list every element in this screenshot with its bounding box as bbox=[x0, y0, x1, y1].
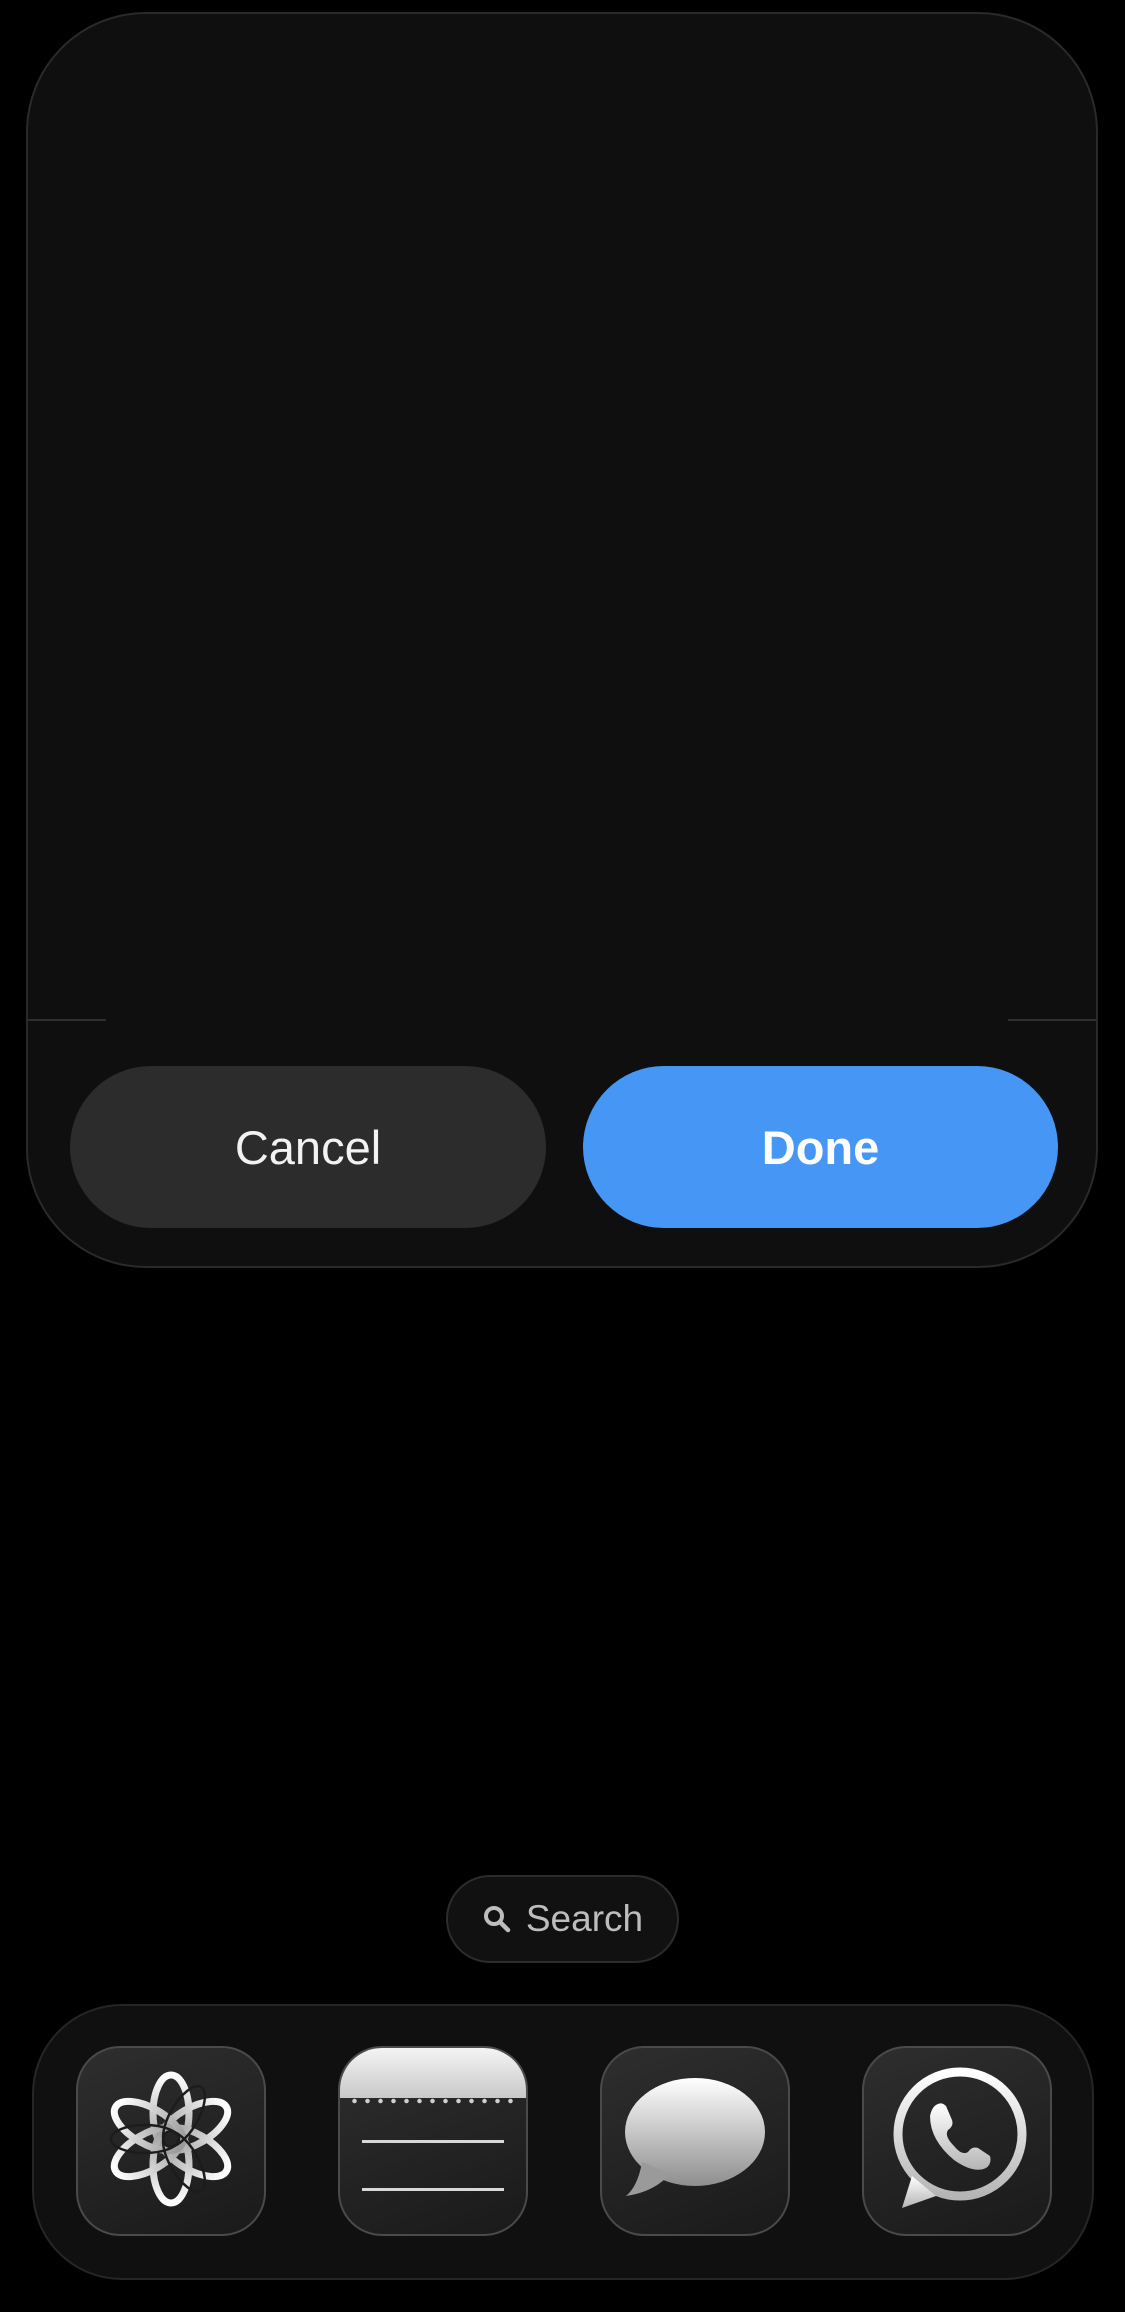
dock-app-whatsapp[interactable] bbox=[862, 2046, 1052, 2236]
done-button[interactable]: Done bbox=[583, 1066, 1058, 1228]
dock-app-chatgpt[interactable] bbox=[76, 2046, 266, 2236]
search-icon bbox=[482, 1904, 512, 1934]
editor-sheet: Cancel Done bbox=[26, 12, 1098, 1268]
dock-app-messages[interactable] bbox=[600, 2046, 790, 2236]
cancel-button[interactable]: Cancel bbox=[70, 1066, 546, 1228]
search-label: Search bbox=[525, 1898, 644, 1939]
dock-app-notes[interactable] bbox=[338, 2046, 528, 2236]
message-bubble-icon bbox=[620, 2074, 770, 2209]
sheet-divider-left bbox=[28, 1019, 106, 1021]
sheet-content-area bbox=[28, 14, 1096, 1020]
sheet-divider-right bbox=[1008, 1019, 1096, 1021]
dock bbox=[32, 2004, 1094, 2280]
search-button[interactable]: Search bbox=[446, 1875, 679, 1963]
whatsapp-phone-icon bbox=[882, 2064, 1032, 2219]
openai-knot-icon bbox=[96, 2064, 246, 2219]
notes-icon bbox=[340, 2048, 526, 2234]
